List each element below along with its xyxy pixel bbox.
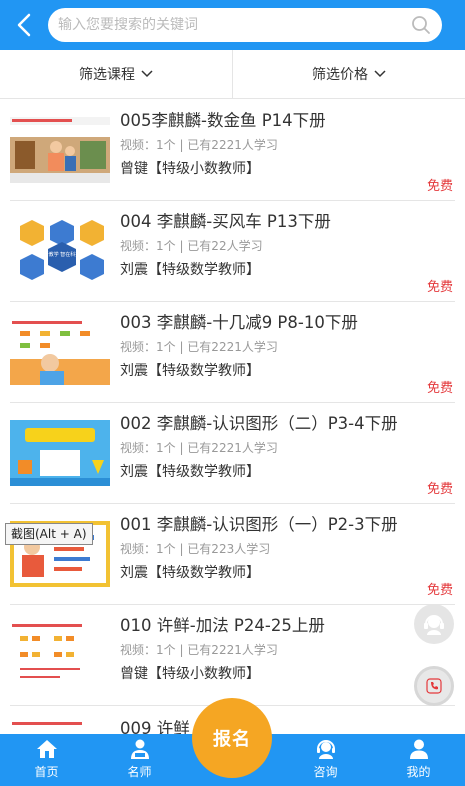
chevron-left-icon — [17, 13, 31, 37]
filter-course-dropdown[interactable]: 筛选课程 — [0, 50, 233, 98]
nav-mine[interactable]: 我的 — [372, 734, 465, 786]
nav-mine-label: 我的 — [406, 765, 431, 779]
course-title: 003 李麒麟-十几减9 P8-10下册 — [120, 313, 358, 332]
nav-consult-label: 咨询 — [313, 765, 338, 779]
customer-service-button[interactable] — [414, 604, 454, 644]
home-icon — [36, 738, 58, 760]
course-teacher: 刘震【特级数学教师】 — [120, 262, 260, 278]
nav-teachers-label: 名师 — [127, 765, 152, 779]
chevron-down-icon — [141, 70, 153, 78]
course-item[interactable]: 001 李麒麟-认识图形（一）P2-3下册 视频：1个 | 已有223人学习 刘… — [10, 504, 455, 605]
course-meta: 视频：1个 | 已有2221人学习 — [120, 138, 278, 152]
course-meta: 视频：1个 | 已有22人学习 — [120, 239, 263, 253]
app-page: 筛选课程 筛选价格 — [0, 0, 465, 786]
headset-icon — [315, 738, 337, 760]
course-teacher: 刘震【特级数学教师】 — [120, 363, 260, 379]
course-thumbnail — [10, 420, 110, 486]
nav-consult[interactable]: 咨询 — [279, 734, 372, 786]
course-item[interactable]: 005李麒麟-数金鱼 P14下册 视频：1个 | 已有2221人学习 曾键【特级… — [10, 100, 455, 201]
course-thumbnail — [10, 319, 110, 385]
course-info: 002 李麒麟-认识图形（二）P3-4下册 视频：1个 | 已有2221人学习 … — [120, 413, 455, 493]
course-item[interactable]: 002 李麒麟-认识图形（二）P3-4下册 视频：1个 | 已有2221人学习 … — [10, 403, 455, 504]
search-icon[interactable] — [410, 14, 432, 36]
price-badge: 免费 — [426, 280, 453, 295]
course-info: 003 李麒麟-十几减9 P8-10下册 视频：1个 | 已有2221人学习 刘… — [120, 312, 455, 392]
price-badge: 免费 — [426, 583, 453, 598]
back-button[interactable] — [0, 0, 48, 50]
course-info: 001 李麒麟-认识图形（一）P2-3下册 视频：1个 | 已有223人学习 刘… — [120, 514, 455, 594]
nav-teachers[interactable]: 名师 — [93, 734, 186, 786]
course-info: 004 李麒麟-买风车 P13下册 视频：1个 | 已有22人学习 刘震【特级数… — [120, 211, 455, 291]
user-icon — [408, 738, 430, 760]
course-item[interactable]: 新教学 智在科技 004 李麒麟-买风车 P13下册 视频：1个 | 已有22人… — [10, 201, 455, 302]
course-title: 010 许鲜-加法 P24-25上册 — [120, 616, 325, 635]
course-teacher: 刘震【特级数学教师】 — [120, 565, 260, 581]
filter-price-label: 筛选价格 — [312, 67, 368, 83]
course-meta: 视频：1个 | 已有2221人学习 — [120, 340, 278, 354]
phone-icon — [426, 678, 442, 694]
course-meta: 视频：1个 | 已有2221人学习 — [120, 643, 278, 657]
course-info: 005李麒麟-数金鱼 P14下册 视频：1个 | 已有2221人学习 曾键【特级… — [120, 110, 455, 190]
phone-button[interactable] — [414, 666, 454, 706]
headset-icon — [424, 615, 444, 635]
course-teacher: 刘震【特级数学教师】 — [120, 464, 260, 480]
course-teacher: 曾键【特级小数教师】 — [120, 161, 260, 177]
filter-bar: 筛选课程 筛选价格 — [0, 50, 465, 99]
course-list: 005李麒麟-数金鱼 P14下册 视频：1个 | 已有2221人学习 曾键【特级… — [10, 100, 455, 786]
course-title: 005李麒麟-数金鱼 P14下册 — [120, 111, 326, 130]
course-meta: 视频：1个 | 已有223人学习 — [120, 542, 271, 556]
filter-price-dropdown[interactable]: 筛选价格 — [233, 50, 465, 98]
screenshot-tooltip: 截图(Alt + A) — [5, 523, 93, 545]
course-thumbnail: 新教学 智在科技 — [10, 218, 110, 284]
price-badge: 免费 — [426, 381, 453, 396]
course-title: 002 李麒麟-认识图形（二）P3-4下册 — [120, 414, 398, 433]
course-thumbnail — [10, 622, 110, 688]
course-teacher: 曾键【特级小数教师】 — [120, 666, 260, 682]
search-box — [48, 8, 442, 42]
course-item[interactable]: 003 李麒麟-十几减9 P8-10下册 视频：1个 | 已有2221人学习 刘… — [10, 302, 455, 403]
course-thumbnail — [10, 117, 110, 183]
header-bar — [0, 0, 465, 50]
course-item[interactable]: 010 许鲜-加法 P24-25上册 视频：1个 | 已有2221人学习 曾键【… — [10, 605, 455, 706]
course-meta: 视频：1个 | 已有2221人学习 — [120, 441, 278, 455]
price-badge: 免费 — [426, 482, 453, 497]
course-title: 001 李麒麟-认识图形（一）P2-3下册 — [120, 515, 398, 534]
filter-course-label: 筛选课程 — [79, 67, 135, 83]
teacher-icon — [129, 738, 151, 760]
course-info: 010 许鲜-加法 P24-25上册 视频：1个 | 已有2221人学习 曾键【… — [120, 615, 455, 695]
signup-button[interactable]: 报名 — [192, 698, 272, 778]
nav-home-label: 首页 — [34, 765, 59, 779]
thumb-caption: 新教学 智在科技 — [44, 251, 81, 258]
course-title: 004 李麒麟-买风车 P13下册 — [120, 212, 331, 231]
search-input[interactable] — [58, 17, 410, 33]
price-badge: 免费 — [426, 179, 453, 194]
chevron-down-icon — [374, 70, 386, 78]
nav-home[interactable]: 首页 — [0, 734, 93, 786]
